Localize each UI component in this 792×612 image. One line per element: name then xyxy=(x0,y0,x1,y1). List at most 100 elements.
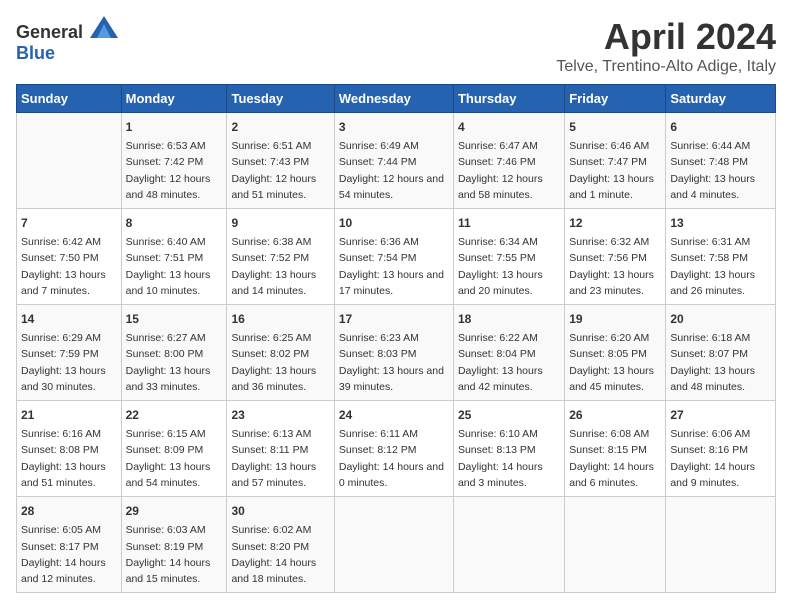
title-area: April 2024 Telve, Trentino-Alto Adige, I… xyxy=(556,16,776,76)
day-number: 10 xyxy=(339,214,449,232)
calendar-header-row: SundayMondayTuesdayWednesdayThursdayFrid… xyxy=(17,85,776,113)
day-info: Sunrise: 6:25 AMSunset: 8:02 PMDaylight:… xyxy=(231,330,329,395)
weekday-header-sunday: Sunday xyxy=(17,85,122,113)
weekday-header-wednesday: Wednesday xyxy=(334,85,453,113)
day-number: 24 xyxy=(339,406,449,424)
calendar-cell: 27 Sunrise: 6:06 AMSunset: 8:16 PMDayligh… xyxy=(666,401,776,497)
day-info: Sunrise: 6:51 AMSunset: 7:43 PMDaylight:… xyxy=(231,138,329,203)
calendar-cell xyxy=(334,497,453,593)
calendar-cell: 24 Sunrise: 6:11 AMSunset: 8:12 PMDayligh… xyxy=(334,401,453,497)
calendar-cell xyxy=(453,497,564,593)
day-info: Sunrise: 6:03 AMSunset: 8:19 PMDaylight:… xyxy=(126,522,223,587)
day-number: 1 xyxy=(126,118,223,136)
day-info: Sunrise: 6:34 AMSunset: 7:55 PMDaylight:… xyxy=(458,234,560,299)
calendar-cell xyxy=(17,113,122,209)
day-info: Sunrise: 6:02 AMSunset: 8:20 PMDaylight:… xyxy=(231,522,329,587)
calendar-cell: 22 Sunrise: 6:15 AMSunset: 8:09 PMDayligh… xyxy=(121,401,227,497)
day-number: 11 xyxy=(458,214,560,232)
calendar-week-row: 1 Sunrise: 6:53 AMSunset: 7:42 PMDaylight… xyxy=(17,113,776,209)
calendar-body: 1 Sunrise: 6:53 AMSunset: 7:42 PMDaylight… xyxy=(17,113,776,593)
day-number: 27 xyxy=(670,406,771,424)
calendar-week-row: 28 Sunrise: 6:05 AMSunset: 8:17 PMDayligh… xyxy=(17,497,776,593)
logo-blue: Blue xyxy=(16,43,55,63)
day-number: 21 xyxy=(21,406,117,424)
day-info: Sunrise: 6:05 AMSunset: 8:17 PMDaylight:… xyxy=(21,522,117,587)
calendar-cell: 15Sunrise: 6:27 AMSunset: 8:00 PMDayligh… xyxy=(121,305,227,401)
day-number: 26 xyxy=(569,406,661,424)
day-info: Sunrise: 6:11 AMSunset: 8:12 PMDaylight:… xyxy=(339,426,449,491)
weekday-header-friday: Friday xyxy=(565,85,666,113)
weekday-header-saturday: Saturday xyxy=(666,85,776,113)
calendar-cell: 19 Sunrise: 6:20 AMSunset: 8:05 PMDayligh… xyxy=(565,305,666,401)
day-number: 18 xyxy=(458,310,560,328)
day-number: 16 xyxy=(231,310,329,328)
day-info: Sunrise: 6:46 AMSunset: 7:47 PMDaylight:… xyxy=(569,138,661,203)
day-info: Sunrise: 6:15 AMSunset: 8:09 PMDaylight:… xyxy=(126,426,223,491)
day-number: 6 xyxy=(670,118,771,136)
day-info: Sunrise: 6:29 AMSunset: 7:59 PMDaylight:… xyxy=(21,330,117,395)
day-info: Sunrise: 6:27 AMSunset: 8:00 PMDaylight:… xyxy=(126,330,223,395)
day-number: 5 xyxy=(569,118,661,136)
calendar-cell: 17Sunrise: 6:23 AMSunset: 8:03 PMDayligh… xyxy=(334,305,453,401)
day-number: 7 xyxy=(21,214,117,232)
calendar-cell: 29 Sunrise: 6:03 AMSunset: 8:19 PMDayligh… xyxy=(121,497,227,593)
day-number: 12 xyxy=(569,214,661,232)
day-number: 25 xyxy=(458,406,560,424)
day-number: 22 xyxy=(126,406,223,424)
calendar-cell: 14Sunrise: 6:29 AMSunset: 7:59 PMDayligh… xyxy=(17,305,122,401)
weekday-header-tuesday: Tuesday xyxy=(227,85,334,113)
calendar-cell xyxy=(666,497,776,593)
day-info: Sunrise: 6:53 AMSunset: 7:42 PMDaylight:… xyxy=(126,138,223,203)
calendar-cell: 6 Sunrise: 6:44 AMSunset: 7:48 PMDaylight… xyxy=(666,113,776,209)
header: General Blue April 2024 Telve, Trentino-… xyxy=(16,16,776,76)
day-info: Sunrise: 6:42 AMSunset: 7:50 PMDaylight:… xyxy=(21,234,117,299)
calendar-cell: 30 Sunrise: 6:02 AMSunset: 8:20 PMDayligh… xyxy=(227,497,334,593)
calendar-cell: 2 Sunrise: 6:51 AMSunset: 7:43 PMDaylight… xyxy=(227,113,334,209)
day-number: 30 xyxy=(231,502,329,520)
calendar-cell: 20Sunrise: 6:18 AMSunset: 8:07 PMDayligh… xyxy=(666,305,776,401)
day-number: 2 xyxy=(231,118,329,136)
day-number: 28 xyxy=(21,502,117,520)
calendar-week-row: 7 Sunrise: 6:42 AMSunset: 7:50 PMDaylight… xyxy=(17,209,776,305)
day-info: Sunrise: 6:40 AMSunset: 7:51 PMDaylight:… xyxy=(126,234,223,299)
calendar-cell: 11 Sunrise: 6:34 AMSunset: 7:55 PMDayligh… xyxy=(453,209,564,305)
day-info: Sunrise: 6:47 AMSunset: 7:46 PMDaylight:… xyxy=(458,138,560,203)
calendar-cell: 7 Sunrise: 6:42 AMSunset: 7:50 PMDaylight… xyxy=(17,209,122,305)
calendar-cell: 4 Sunrise: 6:47 AMSunset: 7:46 PMDaylight… xyxy=(453,113,564,209)
day-info: Sunrise: 6:38 AMSunset: 7:52 PMDaylight:… xyxy=(231,234,329,299)
weekday-header-thursday: Thursday xyxy=(453,85,564,113)
calendar-week-row: 21 Sunrise: 6:16 AMSunset: 8:08 PMDayligh… xyxy=(17,401,776,497)
page-subtitle: Telve, Trentino-Alto Adige, Italy xyxy=(556,58,776,76)
day-number: 4 xyxy=(458,118,560,136)
day-info: Sunrise: 6:16 AMSunset: 8:08 PMDaylight:… xyxy=(21,426,117,491)
calendar-cell: 5 Sunrise: 6:46 AMSunset: 7:47 PMDaylight… xyxy=(565,113,666,209)
day-info: Sunrise: 6:13 AMSunset: 8:11 PMDaylight:… xyxy=(231,426,329,491)
day-info: Sunrise: 6:49 AMSunset: 7:44 PMDaylight:… xyxy=(339,138,449,203)
logo-general: General xyxy=(16,22,83,42)
day-info: Sunrise: 6:32 AMSunset: 7:56 PMDaylight:… xyxy=(569,234,661,299)
calendar-cell: 3Sunrise: 6:49 AMSunset: 7:44 PMDaylight… xyxy=(334,113,453,209)
day-number: 19 xyxy=(569,310,661,328)
day-number: 29 xyxy=(126,502,223,520)
calendar-cell: 9 Sunrise: 6:38 AMSunset: 7:52 PMDaylight… xyxy=(227,209,334,305)
logo-icon xyxy=(90,16,118,38)
logo: General Blue xyxy=(16,16,118,64)
day-info: Sunrise: 6:06 AMSunset: 8:16 PMDaylight:… xyxy=(670,426,771,491)
day-info: Sunrise: 6:36 AMSunset: 7:54 PMDaylight:… xyxy=(339,234,449,299)
calendar-cell xyxy=(565,497,666,593)
day-info: Sunrise: 6:20 AMSunset: 8:05 PMDaylight:… xyxy=(569,330,661,395)
calendar-cell: 12 Sunrise: 6:32 AMSunset: 7:56 PMDayligh… xyxy=(565,209,666,305)
weekday-header-monday: Monday xyxy=(121,85,227,113)
page-title: April 2024 xyxy=(556,16,776,58)
day-number: 13 xyxy=(670,214,771,232)
day-number: 8 xyxy=(126,214,223,232)
logo-text: General Blue xyxy=(16,16,118,64)
calendar-cell: 28 Sunrise: 6:05 AMSunset: 8:17 PMDayligh… xyxy=(17,497,122,593)
calendar-cell: 1 Sunrise: 6:53 AMSunset: 7:42 PMDaylight… xyxy=(121,113,227,209)
day-info: Sunrise: 6:31 AMSunset: 7:58 PMDaylight:… xyxy=(670,234,771,299)
day-number: 9 xyxy=(231,214,329,232)
day-info: Sunrise: 6:44 AMSunset: 7:48 PMDaylight:… xyxy=(670,138,771,203)
day-info: Sunrise: 6:08 AMSunset: 8:15 PMDaylight:… xyxy=(569,426,661,491)
day-number: 17 xyxy=(339,310,449,328)
calendar-cell: 13 Sunrise: 6:31 AMSunset: 7:58 PMDayligh… xyxy=(666,209,776,305)
